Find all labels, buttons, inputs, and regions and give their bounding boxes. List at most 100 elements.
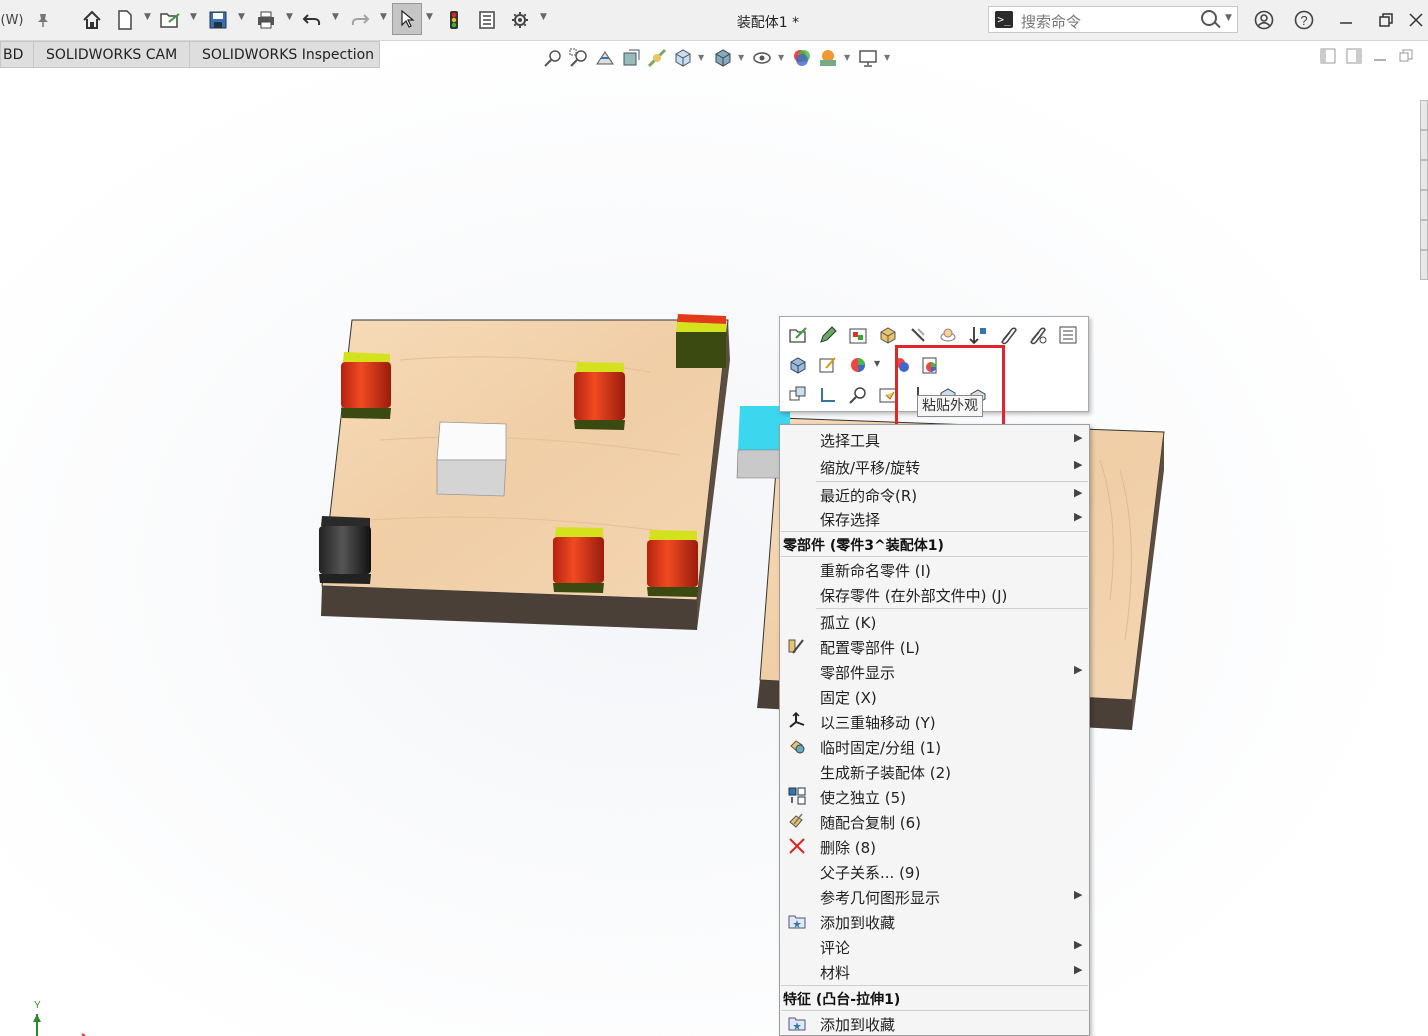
sketch-corner-icon[interactable] [818, 385, 838, 405]
menu-item-temp-fix-group[interactable]: 临时固定/分组 (1) [780, 734, 1089, 759]
help-icon[interactable]: ? [1292, 8, 1316, 32]
menu-item-configure-component[interactable]: 配置零部件 (L) [780, 634, 1089, 659]
tab-bd[interactable]: BD [0, 41, 34, 68]
menu-item-recent-commands[interactable]: 最近的命令(R) ▶ [780, 482, 1089, 507]
copy-with-mates-icon [789, 813, 803, 828]
new-document-icon[interactable] [114, 8, 136, 32]
open-part-icon[interactable] [788, 325, 808, 345]
hide-components-icon[interactable] [938, 325, 958, 345]
menu-item-save-part-external[interactable]: 保存零件 (在外部文件中) (J) [780, 582, 1089, 607]
menu-item-fix[interactable]: 固定 (X) [780, 684, 1089, 709]
search-dropdown-icon[interactable]: ▼ [1225, 13, 1232, 23]
menu-item-comment[interactable]: 评论 ▶ [780, 934, 1089, 959]
menu-item-move-with-triad[interactable]: 以三重轴移动 (Y) [780, 709, 1089, 734]
sort-down-icon[interactable] [968, 325, 988, 345]
scene-dropdown-icon[interactable]: ▼ [844, 53, 850, 62]
section-view-icon[interactable] [621, 48, 641, 68]
white-block[interactable] [436, 421, 507, 497]
file-properties-icon[interactable] [476, 8, 498, 32]
redo-icon[interactable] [348, 8, 372, 32]
zoom-to-fit-icon[interactable] [543, 48, 563, 68]
search-icon[interactable] [1201, 10, 1217, 26]
view-orientation-dropdown-icon[interactable]: ▼ [698, 53, 704, 62]
viewport-minimize-icon[interactable] [1372, 48, 1388, 64]
menu-item-rename-part[interactable]: 重新命名零件 (I) [780, 557, 1089, 582]
edit-part-icon[interactable] [818, 325, 838, 345]
menu-item-material[interactable]: 材料 ▶ [780, 959, 1089, 984]
user-account-icon[interactable] [1252, 8, 1276, 32]
menu-item-component-display[interactable]: 零部件显示 ▶ [780, 659, 1089, 684]
display-style-icon[interactable] [713, 48, 733, 68]
menu-item-reference-geometry-display[interactable]: 参考几何图形显示 ▶ [780, 884, 1089, 909]
options-gear-icon[interactable] [508, 8, 532, 32]
isolate-cube-icon[interactable] [788, 355, 808, 375]
edit-appearance-icon[interactable] [792, 48, 812, 68]
appearance-icon[interactable] [848, 355, 868, 375]
menu-item-make-independent[interactable]: 使之独立 (5) [780, 784, 1089, 809]
select-arrow-icon[interactable] [392, 3, 422, 35]
view-orientation-icon[interactable] [673, 48, 693, 68]
menu-item-isolate[interactable]: 孤立 (K) [780, 609, 1089, 634]
save-dropdown-icon[interactable]: ▼ [238, 12, 245, 22]
suppress-icon[interactable] [908, 325, 928, 345]
save-icon[interactable] [206, 8, 230, 32]
panel-left-icon[interactable] [1320, 48, 1336, 64]
search-commands-box[interactable]: >_ 搜索命令 ▼ [988, 6, 1238, 33]
home-icon[interactable] [80, 8, 104, 32]
display-style-dropdown-icon[interactable]: ▼ [738, 53, 744, 62]
viewport-restore-icon[interactable] [1398, 48, 1414, 64]
close-icon[interactable] [1406, 8, 1426, 32]
previous-view-icon[interactable] [595, 48, 615, 68]
open-dropdown-icon[interactable]: ▼ [190, 12, 197, 22]
menu-fragment[interactable]: (W) [0, 8, 24, 32]
tab-solidworks-inspection[interactable]: SOLIDWORKS Inspection [189, 41, 380, 68]
view-settings-dropdown-icon[interactable]: ▼ [884, 53, 890, 62]
red-block-3[interactable] [553, 527, 604, 593]
menu-item-parent-child[interactable]: 父子关系... (9) [780, 859, 1089, 884]
restore-window-icon[interactable] [1374, 8, 1398, 32]
dynamic-annotation-icon[interactable] [647, 48, 667, 68]
hide-show-items-icon[interactable] [752, 48, 772, 68]
pin-icon[interactable] [32, 8, 54, 32]
red-block-4[interactable] [647, 530, 698, 597]
make-independent-toolbar-icon[interactable] [788, 385, 808, 405]
menu-item-save-selection[interactable]: 保存选择 ▶ [780, 506, 1089, 531]
black-block[interactable] [319, 516, 371, 584]
redo-dropdown-icon[interactable]: ▼ [380, 12, 387, 22]
menu-item-add-to-favorites[interactable]: 添加到收藏 [780, 909, 1089, 934]
menu-item-copy-with-mates[interactable]: 随配合复制 (6) [780, 809, 1089, 834]
apply-scene-icon[interactable] [818, 48, 838, 68]
appearance-dropdown-icon[interactable]: ▼ [874, 359, 880, 368]
component-properties-icon[interactable] [1058, 325, 1078, 345]
attach-mate-icon[interactable] [998, 325, 1018, 345]
menu-item-zoom-pan-rotate[interactable]: 缩放/平移/旋转 ▶ [780, 454, 1089, 479]
zoom-to-area-icon[interactable] [569, 48, 589, 68]
graphics-area[interactable]: Y [0, 68, 1428, 1036]
menu-item-delete[interactable]: 删除 (8) [780, 834, 1089, 859]
menu-item-add-feature-to-favorites[interactable]: 添加到收藏 [780, 1011, 1089, 1036]
red-block-1[interactable] [341, 352, 391, 419]
zoom-to-selection-icon[interactable] [848, 385, 868, 405]
edit-sketch-icon[interactable] [818, 355, 838, 375]
panel-right-icon[interactable] [1346, 48, 1362, 64]
undo-dropdown-icon[interactable]: ▼ [332, 12, 339, 22]
rebuild-traffic-light-icon[interactable] [444, 8, 464, 32]
red-block-5[interactable] [676, 314, 726, 368]
view-mates-icon[interactable] [1028, 325, 1048, 345]
select-dropdown-icon[interactable]: ▼ [426, 12, 433, 22]
new-dropdown-icon[interactable]: ▼ [144, 12, 151, 22]
menu-item-form-new-subassembly[interactable]: 生成新子装配体 (2) [780, 759, 1089, 784]
options-dropdown-icon[interactable]: ▼ [540, 12, 547, 22]
assembly-component-icon[interactable] [878, 325, 898, 345]
hide-show-dropdown-icon[interactable]: ▼ [778, 53, 784, 62]
menu-item-select-tools[interactable]: 选择工具 ▶ [780, 427, 1089, 452]
tab-solidworks-cam[interactable]: SOLIDWORKS CAM [33, 41, 190, 68]
print-dropdown-icon[interactable]: ▼ [286, 12, 293, 22]
print-icon[interactable] [254, 8, 278, 32]
red-block-2[interactable] [574, 362, 625, 430]
open-icon[interactable] [158, 8, 182, 32]
undo-icon[interactable] [300, 8, 324, 32]
edit-subassembly-icon[interactable] [848, 325, 868, 345]
view-settings-monitor-icon[interactable] [858, 48, 878, 68]
minimize-icon[interactable] [1334, 8, 1358, 32]
